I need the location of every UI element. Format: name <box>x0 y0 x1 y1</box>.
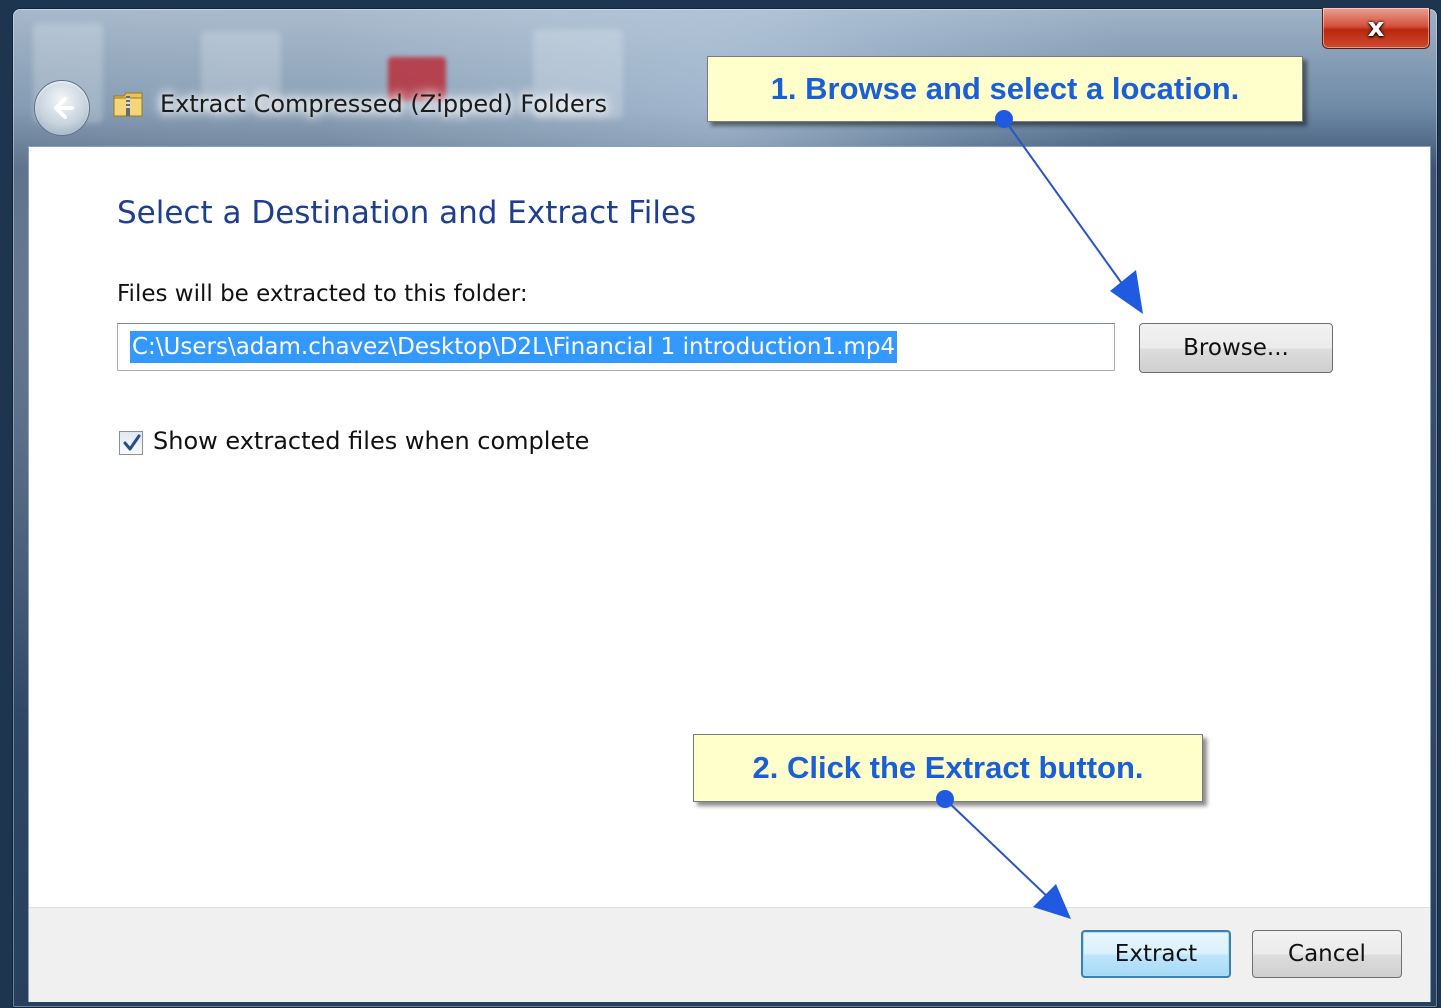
window-title: Extract Compressed (Zipped) Folders <box>160 90 607 118</box>
destination-label: Files will be extracted to this folder: <box>117 281 528 307</box>
show-files-checkbox[interactable] <box>119 431 143 455</box>
extract-button[interactable]: Extract <box>1081 930 1231 978</box>
destination-path-value: C:\Users\adam.chavez\Desktop\D2L\Financi… <box>130 331 898 363</box>
dialog-heading: Select a Destination and Extract Files <box>117 195 697 231</box>
destination-path-input[interactable]: C:\Users\adam.chavez\Desktop\D2L\Financi… <box>117 323 1115 371</box>
zip-folder-icon <box>113 92 143 117</box>
browse-button[interactable]: Browse... <box>1139 323 1333 373</box>
checkmark-icon <box>123 434 141 451</box>
callout-step-2: 2. Click the Extract button. <box>693 734 1203 802</box>
show-files-label[interactable]: Show extracted files when complete <box>153 427 589 455</box>
cancel-button[interactable]: Cancel <box>1252 930 1402 978</box>
close-button[interactable]: x <box>1322 8 1430 49</box>
back-button[interactable] <box>34 80 90 136</box>
close-icon: x <box>1367 13 1385 43</box>
dialog-footer: Extract Cancel <box>29 907 1430 1002</box>
back-arrow-icon <box>54 97 74 119</box>
callout-step-1: 1. Browse and select a location. <box>707 56 1303 122</box>
dialog-client-area: Select a Destination and Extract Files F… <box>28 146 1431 1002</box>
